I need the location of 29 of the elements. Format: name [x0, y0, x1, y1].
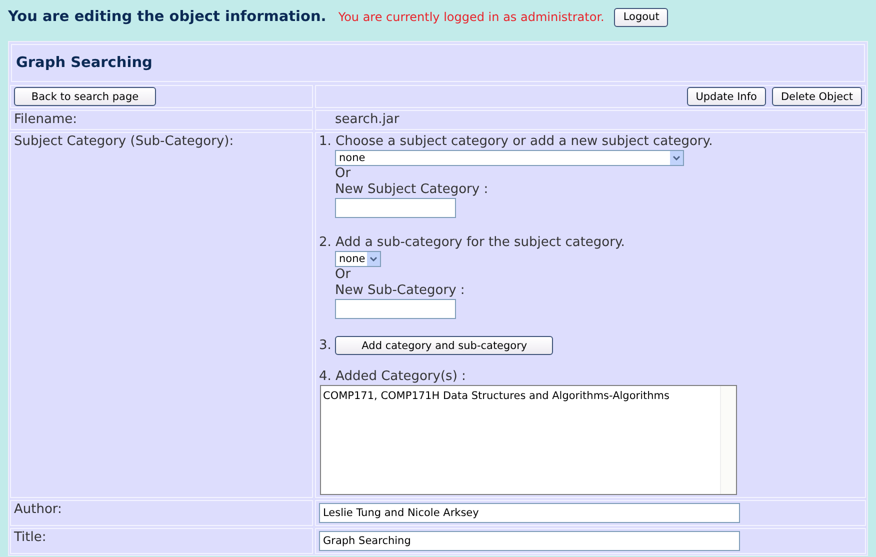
- field-label: Author:: [14, 502, 62, 517]
- new-category-label: New Subject Category :: [335, 182, 488, 198]
- filename-value: search.jar: [334, 112, 400, 127]
- back-button[interactable]: Back to search page: [14, 87, 156, 106]
- new-category-field[interactable]: [335, 198, 456, 218]
- step-text: 4. Added Category(s) :: [319, 369, 466, 385]
- toolbar-button[interactable]: Delete Object: [772, 87, 862, 106]
- logout-button[interactable]: Logout: [614, 8, 668, 26]
- new-sub-category-label: New Sub-Category :: [335, 283, 465, 299]
- new-sub-category-field[interactable]: [335, 299, 456, 319]
- toolbar-button[interactable]: Update Info: [686, 87, 766, 106]
- or-text: Or: [335, 166, 351, 182]
- category-select[interactable]: none: [335, 150, 684, 166]
- add-category-button[interactable]: Add category and sub-category: [335, 336, 554, 355]
- sub-category-select[interactable]: none: [335, 251, 381, 267]
- page-heading: You are editing the object information.: [8, 9, 326, 25]
- step-text: 1. Choose a subject category or add a new subject category.: [319, 134, 713, 150]
- object-title: Graph Searching: [16, 55, 152, 71]
- text-field[interactable]: Graph Searching: [319, 531, 740, 551]
- step-text: 2. Add a sub-category for the subject category.: [319, 235, 625, 251]
- login-message: You are currently logged in as administrator.: [338, 10, 604, 24]
- scrollbar[interactable]: [720, 386, 736, 494]
- field-label: Subject Category (Sub-Category):: [14, 134, 234, 149]
- or-text: Or: [335, 267, 351, 283]
- text-field[interactable]: Leslie Tung and Nicole Arksey: [319, 503, 740, 523]
- field-label: Title:: [14, 530, 46, 545]
- added-categories-textarea[interactable]: COMP171, COMP171H Data Structures and Algorithms-Algorithms: [320, 385, 737, 495]
- step-number: 3.: [319, 338, 332, 354]
- field-label: Filename:: [14, 112, 78, 127]
